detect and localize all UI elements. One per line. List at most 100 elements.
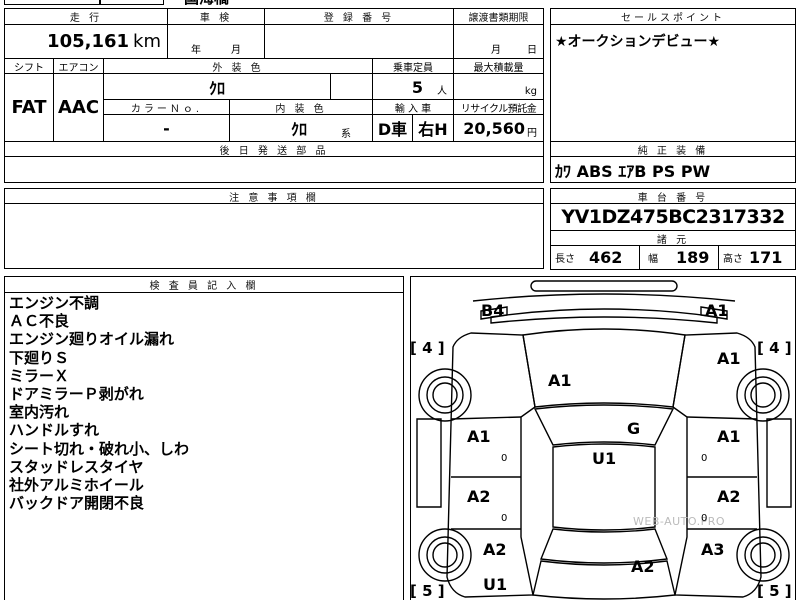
transfer-month-suffix: 月	[491, 45, 501, 56]
equipment-cell: ｶﾜ ABS ｴｱB PS PW	[550, 156, 796, 183]
damage-label-a2-door-rear-right: A2	[717, 487, 741, 506]
sales-point-cell: ★オークションデビュー★	[550, 24, 796, 142]
front-bumper-shape	[530, 280, 678, 292]
inspector-note-item: ドアミラーＰ剥がれ	[9, 385, 144, 404]
inspector-notes-cell: エンジン不調 ＡＣ不良 エンジン廻りオイル漏れ 下廻りＳ ミラーＸ ドアミラーＰ剥がれ 室内…	[4, 292, 404, 600]
interior-color-value: ｸﾛ	[290, 120, 307, 139]
wheel-front-right	[736, 368, 790, 422]
mileage-value: 105,161	[47, 31, 130, 52]
inspector-note-item: 下廻りＳ	[9, 348, 70, 367]
damage-label-a2-door-rear-left: A2	[467, 487, 491, 506]
damage-diagram-frame: WEB-AUTO.PRO B4 A1 A1 A1 G U1 A1 A1 A2 A…	[410, 276, 796, 600]
exterior-color-extra-cell	[330, 73, 373, 100]
import-h-value: 右H	[412, 114, 454, 142]
color-number-value: -	[103, 114, 230, 142]
ac-header: エアコン	[53, 58, 104, 74]
max-load-value-cell: kg	[453, 73, 544, 100]
tire-rear-left: [ 5 ]	[410, 582, 445, 600]
specs-length-cell: 長さ 462	[550, 245, 640, 270]
interior-color-header: 内 装 色	[229, 99, 373, 115]
registration-value-cell	[264, 24, 454, 59]
capacity-value-cell: 5 人	[372, 73, 454, 100]
tire-front-left: [ 4 ]	[410, 339, 445, 357]
tire-front-right: [ 4 ]	[757, 339, 792, 357]
inspection-month-suffix: 月	[231, 45, 241, 56]
right-front-door-line	[686, 416, 758, 420]
specs-width-value: 189	[676, 248, 710, 267]
shift-value: FAT	[4, 73, 54, 142]
interior-color-value-cell: ｸﾛ 系	[229, 114, 373, 142]
recycle-unit: 円	[527, 127, 537, 139]
inspector-note-item: ハンドルすれ	[9, 421, 100, 440]
equipment-header: 純 正 装 備	[550, 141, 796, 157]
damage-label-g: G	[627, 419, 641, 438]
mileage-unit: km	[133, 31, 161, 52]
import-header: 輸 入 車	[372, 99, 454, 115]
specs-width-label: 幅	[648, 254, 658, 265]
specs-height-label: 高さ	[723, 254, 743, 265]
max-load-header: 最大積載量	[453, 58, 544, 74]
capacity-header: 乗車定員	[372, 58, 454, 74]
recycle-header: リサイクル預託金	[453, 99, 544, 115]
inspection-value-cell: 年 月	[167, 24, 265, 59]
damage-label-a1-hood: A1	[548, 371, 572, 390]
recycle-value: 20,560	[463, 118, 525, 138]
specs-height-value: 171	[749, 248, 783, 267]
front-grille-shape	[490, 308, 718, 324]
left-front-door-line	[450, 416, 522, 420]
transfer-deadline-header: 譲渡書類期限	[453, 8, 544, 25]
inspector-notes-list: エンジン不調 ＡＣ不良 エンジン廻りオイル漏れ 下廻りＳ ミラーＸ ドアミラーＰ剥がれ 室内…	[9, 294, 189, 512]
specs-header: 諸 元	[550, 230, 796, 246]
wheel-front-left	[418, 368, 472, 422]
specs-height-cell: 高さ 171	[718, 245, 796, 270]
chassis-header: 車 台 番 号	[550, 188, 796, 204]
inspector-note-item: ＡＣ不良	[9, 312, 70, 331]
zero-mark-rear-right: 0	[701, 513, 708, 524]
damage-label-a2-quarter-left: A2	[483, 540, 507, 559]
mileage-value-cell: 105,161 km	[4, 24, 168, 59]
inspector-note-item: シート切れ・破れ小、しわ	[9, 439, 190, 458]
wheel-rear-right	[736, 528, 790, 582]
damage-label-a3-quarter-right: A3	[701, 540, 725, 559]
damage-label-b4: B4	[481, 301, 505, 320]
chassis-cell: YV1DZ475BC2317332	[550, 203, 796, 231]
registration-header: 登 録 番 号	[264, 8, 454, 25]
damage-label-a1-front-right: A1	[705, 301, 729, 320]
wheel-rear-left	[418, 528, 472, 582]
import-d-value: D車	[372, 114, 413, 142]
windshield-shape	[533, 404, 675, 446]
mileage-header: 走 行	[4, 8, 168, 25]
inspector-note-item: エンジン廻りオイル漏れ	[9, 330, 175, 349]
left-side-step-shape	[416, 418, 442, 508]
notes-cell	[4, 203, 544, 269]
zero-mark-front-right: 0	[701, 453, 708, 464]
specs-length-label: 長さ	[555, 254, 575, 265]
recycle-value-cell: 20,560 円	[453, 114, 544, 142]
ac-value: AAC	[53, 73, 104, 142]
specs-length-value: 462	[589, 248, 623, 267]
notes-header: 注 意 事 項 欄	[4, 188, 544, 204]
inspector-note-item: エンジン不調	[9, 294, 100, 312]
top-fragment-strip	[4, 0, 100, 5]
max-load-unit: kg	[524, 86, 537, 97]
zero-mark-front-left: 0	[501, 453, 508, 464]
damage-label-a1-door-front-right: A1	[717, 427, 741, 446]
specs-width-cell: 幅 189	[639, 245, 719, 270]
exterior-color-value: ｸﾛ	[103, 73, 331, 100]
exterior-color-header: 外 装 色	[103, 58, 373, 74]
damage-label-a2-trunk: A2	[631, 557, 655, 576]
inspector-note-item: 室内汚れ	[9, 403, 70, 422]
damage-label-u1-roof: U1	[592, 449, 617, 468]
inspector-header: 検 査 員 記 入 欄	[4, 276, 404, 293]
inspector-note-item: 社外アルミホイール	[9, 476, 144, 495]
damage-label-u1-rear: U1	[483, 575, 508, 594]
damage-label-a1-fender-right: A1	[717, 349, 741, 368]
equipment-value: ｶﾜ ABS ｴｱB PS PW	[555, 161, 711, 181]
zero-mark-rear-left: 0	[501, 513, 508, 524]
inspector-note-item: ミラーＸ	[9, 366, 70, 385]
color-number-header: カラーＮｏ.	[103, 99, 230, 115]
sales-point-text: ★オークションデビュー★	[555, 34, 721, 50]
chassis-number: YV1DZ475BC2317332	[561, 206, 785, 228]
inspector-note-item: バックドア開閉不良	[9, 494, 145, 513]
interior-color-suffix: 系	[341, 128, 351, 140]
